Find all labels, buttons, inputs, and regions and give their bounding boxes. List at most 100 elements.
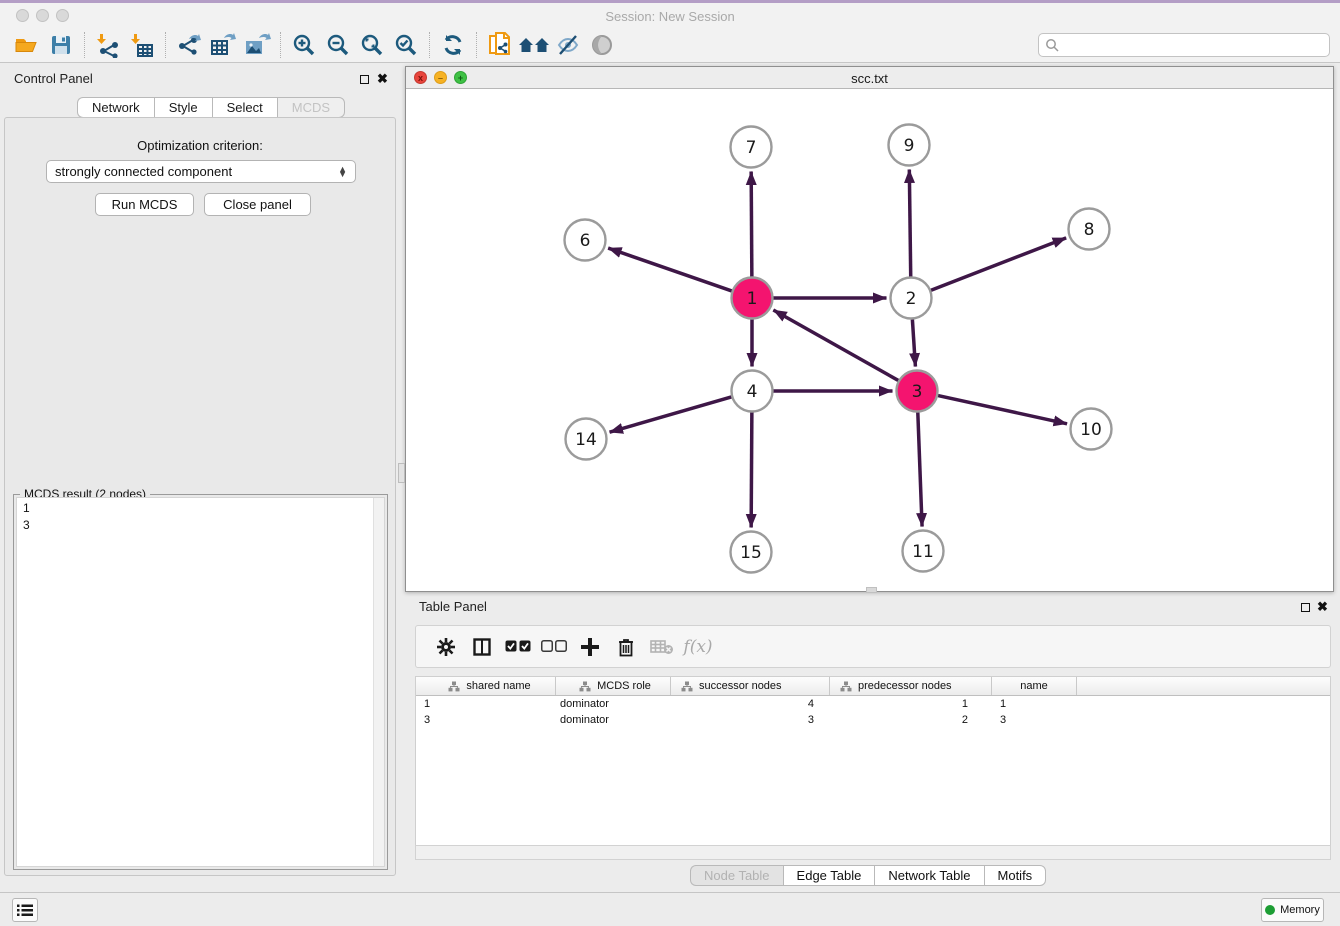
horizontal-splitter-grip[interactable] xyxy=(866,587,877,593)
run-mcds-button[interactable]: Run MCDS xyxy=(95,193,194,216)
column-header-successor-nodes[interactable]: successor nodes xyxy=(671,677,830,695)
table-panel-close-icon[interactable]: ✖ xyxy=(1317,599,1328,615)
fx-icon: f(x) xyxy=(683,637,712,657)
table-horizontal-scrollbar[interactable] xyxy=(415,845,1331,860)
node-table: shared name MCDS role successor nodes pr… xyxy=(415,676,1331,845)
delete-table-button[interactable] xyxy=(644,630,680,664)
function-builder-button[interactable]: f(x) xyxy=(680,630,716,664)
task-history-button[interactable] xyxy=(12,898,38,922)
graph-edge-4-14[interactable] xyxy=(610,397,732,432)
close-panel-button[interactable]: Close panel xyxy=(204,193,311,216)
graph-edge-3-1[interactable] xyxy=(773,310,898,380)
search-field[interactable] xyxy=(1038,33,1330,57)
graph-edge-2-3[interactable] xyxy=(912,319,915,366)
search-input[interactable] xyxy=(1059,38,1329,52)
save-session-button[interactable] xyxy=(44,30,78,60)
hide-selected-button[interactable] xyxy=(551,30,585,60)
table-panel-float-icon[interactable] xyxy=(1301,603,1310,612)
column-header-name[interactable]: name xyxy=(992,677,1077,695)
zoom-in-button[interactable] xyxy=(287,30,321,60)
cell-name[interactable]: 1 xyxy=(992,698,1077,710)
control-panel-close-icon[interactable]: ✖ xyxy=(377,71,388,87)
show-column-button[interactable] xyxy=(464,630,500,664)
sphere-icon xyxy=(590,33,614,57)
status-bar: Memory xyxy=(0,892,1340,926)
graph-edge-4-15[interactable] xyxy=(751,412,752,527)
cell-successor-nodes[interactable]: 4 xyxy=(671,698,830,710)
memory-button[interactable]: Memory xyxy=(1261,898,1324,922)
tab-edge-table[interactable]: Edge Table xyxy=(783,865,875,886)
delete-column-button[interactable] xyxy=(608,630,644,664)
network-window-titlebar[interactable]: x – + scc.txt xyxy=(406,67,1333,89)
mcds-result-textarea[interactable]: 1 3 xyxy=(16,497,385,867)
cell-name[interactable]: 3 xyxy=(992,714,1077,726)
criterion-select[interactable]: strongly connected component ▲▼ xyxy=(46,160,356,183)
import-network-button[interactable] xyxy=(91,30,125,60)
network-view-window: x – + scc.txt 7968124314101511 xyxy=(405,66,1334,592)
export-network-button[interactable] xyxy=(172,30,206,60)
application-window: Session: New Session xyxy=(0,0,1340,926)
show-graphics-details-button[interactable] xyxy=(585,30,619,60)
panel-splitter-grip[interactable] xyxy=(398,463,405,483)
mcds-panel: Optimization criterion: strongly connect… xyxy=(4,117,396,876)
tab-node-table[interactable]: Node Table xyxy=(690,865,783,886)
tab-network[interactable]: Network xyxy=(77,97,154,118)
graph-edge-1-7[interactable] xyxy=(751,171,752,276)
select-all-button[interactable] xyxy=(500,630,536,664)
zoom-in-icon xyxy=(291,32,317,58)
zoom-out-button[interactable] xyxy=(321,30,355,60)
deselect-all-button[interactable] xyxy=(536,630,572,664)
control-panel-float-icon[interactable] xyxy=(360,75,369,84)
open-session-button[interactable] xyxy=(10,30,44,60)
columns-icon xyxy=(473,638,491,656)
tab-select[interactable]: Select xyxy=(212,97,277,118)
tab-network-table[interactable]: Network Table xyxy=(874,865,983,886)
cell-shared-name[interactable]: 3 xyxy=(416,714,556,726)
export-table-button[interactable] xyxy=(206,30,240,60)
toolbar-separator xyxy=(165,32,166,58)
import-table-icon xyxy=(129,32,155,58)
tab-motifs[interactable]: Motifs xyxy=(984,865,1047,886)
table-row[interactable]: 1 dominator 4 1 1 xyxy=(416,696,1330,712)
cell-successor-nodes[interactable]: 3 xyxy=(671,714,830,726)
graph-node-label: 8 xyxy=(1084,220,1095,240)
import-network-icon xyxy=(95,32,121,58)
tab-mcds[interactable]: MCDS xyxy=(277,97,345,118)
add-column-button[interactable] xyxy=(572,630,608,664)
network-canvas[interactable]: 7968124314101511 xyxy=(406,89,1333,591)
graph-edge-3-10[interactable] xyxy=(938,396,1067,424)
zoom-selected-button[interactable] xyxy=(389,30,423,60)
column-header-mcds-role[interactable]: MCDS role xyxy=(556,677,671,695)
table-row[interactable]: 3 dominator 3 2 3 xyxy=(416,712,1330,728)
cell-mcds-role[interactable]: dominator xyxy=(556,714,671,726)
table-toolbar: f(x) xyxy=(415,625,1331,668)
toolbar-separator xyxy=(476,32,477,58)
refresh-icon xyxy=(440,32,466,58)
result-scrollbar[interactable] xyxy=(373,498,384,866)
graph-edge-3-11[interactable] xyxy=(918,412,922,526)
graph-node-label: 10 xyxy=(1080,420,1102,440)
graph-edge-2-9[interactable] xyxy=(909,169,910,276)
memory-status-dot xyxy=(1265,905,1275,915)
zoom-fit-button[interactable] xyxy=(355,30,389,60)
graph-edge-1-6[interactable] xyxy=(608,248,732,291)
export-table-icon xyxy=(209,32,237,58)
export-image-button[interactable] xyxy=(240,30,274,60)
apply-layout-button[interactable] xyxy=(436,30,470,60)
table-panel-title: Table Panel xyxy=(419,599,487,614)
cell-predecessor-nodes[interactable]: 1 xyxy=(830,698,992,710)
import-table-button[interactable] xyxy=(125,30,159,60)
control-panel-title: Control Panel xyxy=(14,71,93,86)
column-header-predecessor-nodes[interactable]: predecessor nodes xyxy=(830,677,992,695)
cell-mcds-role[interactable]: dominator xyxy=(556,698,671,710)
first-neighbors-button[interactable] xyxy=(517,30,551,60)
column-header-shared-name[interactable]: shared name xyxy=(416,677,556,695)
cell-predecessor-nodes[interactable]: 2 xyxy=(830,714,992,726)
table-settings-button[interactable] xyxy=(428,630,464,664)
graph-edge-2-8[interactable] xyxy=(931,238,1066,290)
clone-network-button[interactable] xyxy=(483,30,517,60)
graph-node-label: 3 xyxy=(912,382,923,402)
cell-shared-name[interactable]: 1 xyxy=(416,698,556,710)
zoom-out-icon xyxy=(325,32,351,58)
tab-style[interactable]: Style xyxy=(154,97,212,118)
